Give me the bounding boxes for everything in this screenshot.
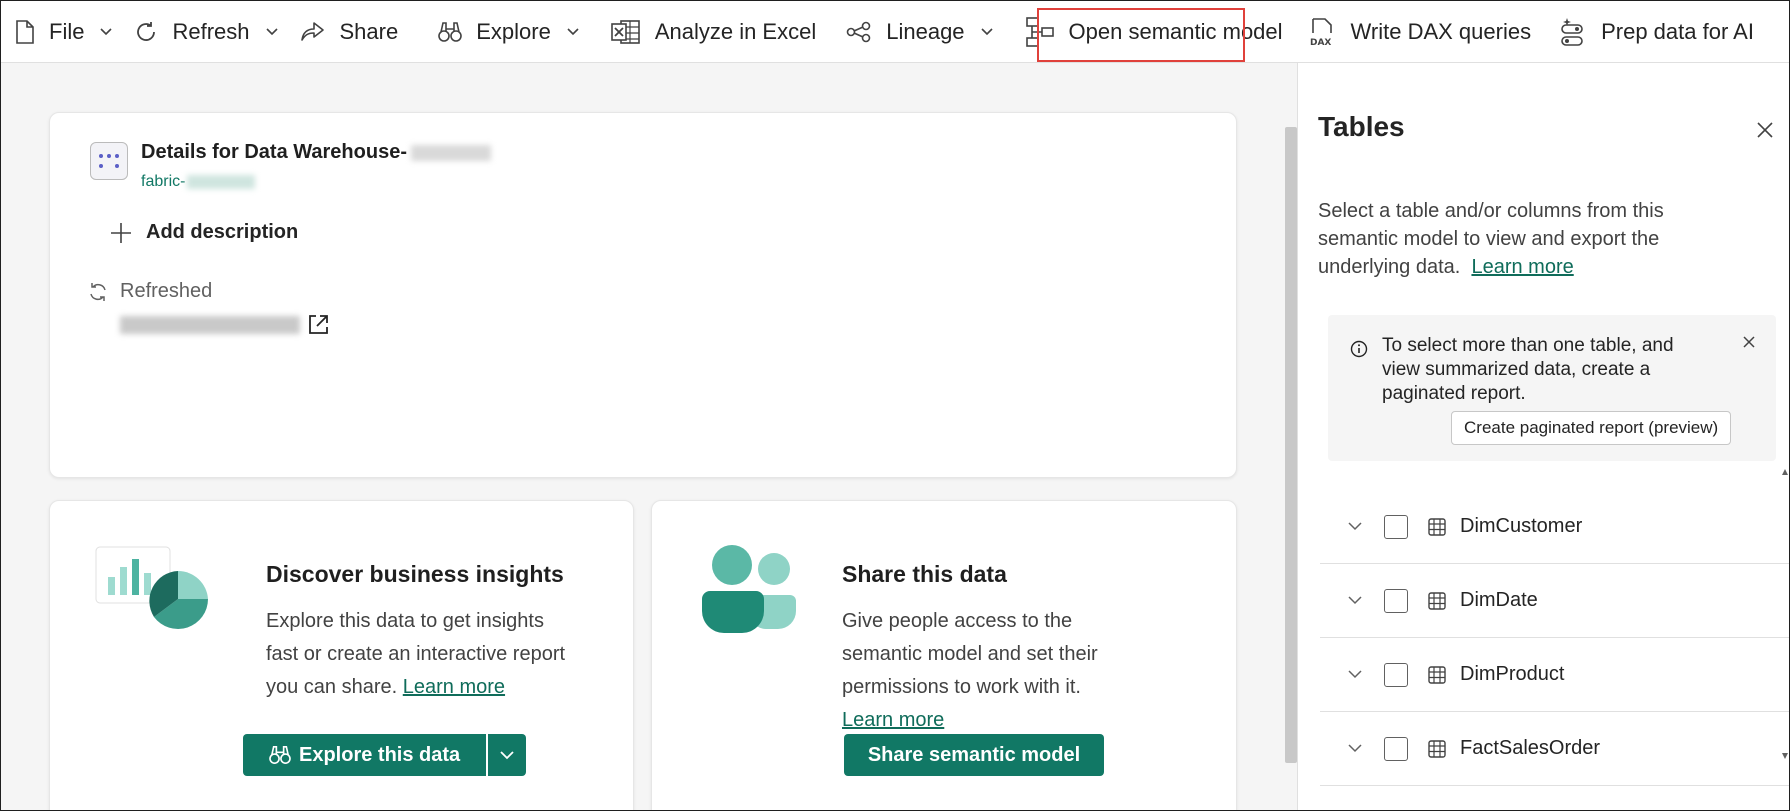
lineage-icon <box>846 21 871 42</box>
file-menu[interactable]: File <box>15 1 113 63</box>
table-checkbox[interactable] <box>1384 588 1408 613</box>
chevron-down-icon[interactable] <box>1348 522 1362 531</box>
details-title: Details for Data Warehouse- <box>141 141 491 164</box>
info-icon <box>1350 340 1368 358</box>
prep-data-for-ai-button[interactable]: Prep data for AI <box>1559 1 1754 63</box>
lineage-menu[interactable]: Lineage <box>846 1 993 63</box>
chevron-down-icon <box>567 27 579 35</box>
explore-menu[interactable]: Explore <box>438 1 579 63</box>
share-description: Give people access to the semantic model… <box>842 610 1098 731</box>
share-icon <box>300 21 324 41</box>
table-icon <box>1428 591 1446 610</box>
add-description-button[interactable]: Add description <box>110 221 298 244</box>
chevron-down-icon <box>100 27 113 35</box>
share-title: Share this data <box>842 561 1007 587</box>
write-dax-queries-button[interactable]: DAX Write DAX queries <box>1309 1 1532 63</box>
workspace-link[interactable]: fabric- <box>141 173 256 191</box>
chevron-down-icon <box>500 750 514 759</box>
ribbon-toolbar: File Refresh Share Explore Analyze in Ex… <box>1 1 1789 63</box>
explore-label: Explore <box>476 18 551 44</box>
chevron-down-icon <box>265 27 278 35</box>
prep-ai-label: Prep data for AI <box>1601 18 1754 44</box>
table-name: DimDate <box>1460 589 1538 611</box>
details-card: Details for Data Warehouse- fabric- Add … <box>49 112 1237 478</box>
share-label: Share <box>339 18 399 44</box>
explore-this-data-button[interactable]: Explore this data <box>243 734 486 776</box>
svg-text:DAX: DAX <box>1310 38 1331 47</box>
refresh-status-icon <box>90 282 106 301</box>
insights-card: Discover business insights Explore this … <box>49 500 634 810</box>
chevron-down-icon[interactable] <box>1348 596 1362 605</box>
explore-options-dropdown[interactable] <box>488 734 526 776</box>
create-paginated-report-button[interactable]: Create paginated report (preview) <box>1451 411 1732 445</box>
insights-learn-more-link[interactable]: Learn more <box>403 676 505 698</box>
people-illustration <box>702 545 796 633</box>
highlight-box <box>1037 8 1245 62</box>
chart-illustration <box>95 546 208 629</box>
refresh-menu[interactable]: Refresh <box>134 1 278 63</box>
chevron-down-icon[interactable] <box>1348 744 1362 753</box>
refreshed-label: Refreshed <box>120 280 213 302</box>
chevron-down-icon <box>980 27 993 35</box>
prep-ai-icon <box>1561 17 1583 46</box>
main-content: Details for Data Warehouse- fabric- Add … <box>1 63 1297 810</box>
refresh-date <box>120 313 330 337</box>
file-label: File <box>49 18 85 44</box>
dax-icon: DAX <box>1310 17 1332 47</box>
table-row[interactable]: DimProduct <box>1320 638 1789 712</box>
redacted-text <box>120 316 300 334</box>
share-card: Share this data Give people access to th… <box>651 500 1237 810</box>
refreshed-status: Refreshed <box>88 280 212 303</box>
refresh-label: Refresh <box>172 18 250 44</box>
lineage-label: Lineage <box>886 18 965 44</box>
app-frame: File Refresh Share Explore Analyze in Ex… <box>0 0 1790 811</box>
analyze-in-excel-button[interactable]: Analyze in Excel <box>611 1 816 63</box>
panel-title: Tables <box>1318 111 1405 142</box>
warehouse-icon <box>90 142 128 180</box>
tables-panel: Tables Select a table and/or columns fro… <box>1297 63 1789 810</box>
binoculars-icon <box>438 21 463 42</box>
table-checkbox[interactable] <box>1384 736 1408 761</box>
table-name: DimCustomer <box>1460 515 1583 537</box>
main-scrollbar[interactable] <box>1285 127 1297 763</box>
binoculars-icon <box>269 746 291 764</box>
table-row[interactable]: FactSalesOrder <box>1320 712 1789 786</box>
table-name: FactSalesOrder <box>1460 737 1601 759</box>
table-checkbox[interactable] <box>1384 514 1408 539</box>
file-icon <box>16 19 34 44</box>
panel-learn-more-link[interactable]: Learn more <box>1471 256 1573 278</box>
share-button[interactable]: Share <box>300 1 399 63</box>
close-icon[interactable] <box>1756 121 1774 139</box>
table-name: DimProduct <box>1460 663 1565 685</box>
panel-scrollbar[interactable] <box>1782 469 1788 759</box>
redacted-text <box>411 144 491 161</box>
panel-description: Select a table and/or columns from this … <box>1318 200 1664 278</box>
table-row[interactable]: DimCustomer <box>1320 490 1789 564</box>
share-learn-more-link[interactable]: Learn more <box>842 709 944 731</box>
write-dax-label: Write DAX queries <box>1350 18 1532 44</box>
analyze-label: Analyze in Excel <box>654 18 817 44</box>
table-checkbox[interactable] <box>1384 662 1408 687</box>
refresh-icon <box>137 21 156 41</box>
chevron-down-icon[interactable] <box>1348 670 1362 679</box>
excel-icon <box>611 19 640 44</box>
dismiss-icon[interactable] <box>1742 335 1756 349</box>
table-row[interactable]: DimDate <box>1320 564 1789 638</box>
insights-title: Discover business insights <box>266 561 564 587</box>
plus-icon <box>111 222 131 243</box>
explore-button-label: Explore this data <box>299 743 461 766</box>
info-text: To select more than one table, and view … <box>1382 335 1674 404</box>
share-semantic-model-button[interactable]: Share semantic model <box>844 734 1104 776</box>
table-icon <box>1428 739 1446 758</box>
insights-description: Explore this data to get insights fast o… <box>266 610 566 698</box>
redacted-text <box>187 174 256 189</box>
table-icon <box>1428 517 1446 536</box>
info-message-bar: To select more than one table, and view … <box>1328 315 1776 461</box>
add-description-label: Add description <box>146 221 299 243</box>
table-icon <box>1428 665 1446 684</box>
open-external-icon[interactable] <box>306 313 330 337</box>
